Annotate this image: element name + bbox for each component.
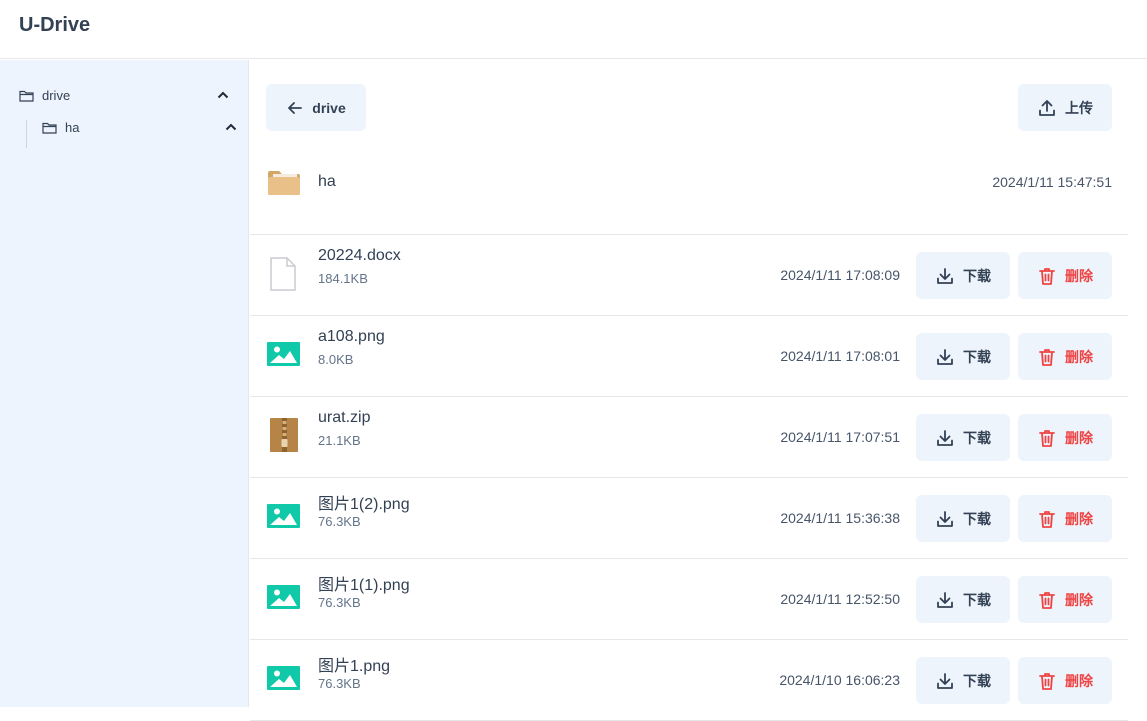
delete-label: 删除 — [1065, 672, 1093, 689]
download-label: 下载 — [963, 510, 991, 527]
download-label: 下载 — [963, 429, 991, 446]
file-name[interactable]: 图片1.png — [318, 652, 390, 676]
download-icon — [937, 267, 953, 284]
file-modified-time: 2024/1/11 17:08:09 — [780, 267, 900, 283]
download-icon — [937, 510, 953, 527]
download-button[interactable]: 下载 — [916, 333, 1010, 380]
trash-icon — [1039, 510, 1055, 528]
trash-icon — [1039, 672, 1055, 690]
download-button[interactable]: 下载 — [916, 657, 1010, 704]
file-modified-time: 2024/1/11 17:08:01 — [780, 348, 900, 364]
delete-label: 删除 — [1065, 510, 1093, 527]
file-row[interactable]: 图片1(1).png 76.3KB 2024/1/11 12:52:50 下载 … — [250, 559, 1128, 640]
delete-label: 删除 — [1065, 429, 1093, 446]
file-row[interactable]: urat.zip 21.1KB 2024/1/11 17:07:51 下载 删除 — [250, 397, 1128, 478]
tree-item-label: ha — [65, 119, 80, 135]
upload-button[interactable]: 上传 — [1018, 84, 1112, 131]
trash-icon — [1039, 267, 1055, 285]
tree-guide-line — [26, 120, 27, 148]
chevron-up-icon[interactable] — [216, 88, 230, 102]
app-title: U-Drive — [19, 14, 91, 36]
file-row[interactable]: 20224.docx 184.1KB 2024/1/11 17:08:09 下载… — [250, 235, 1128, 316]
delete-button[interactable]: 删除 — [1018, 414, 1112, 461]
download-icon — [937, 429, 953, 446]
folder-outline-icon — [42, 122, 57, 134]
folder-name[interactable]: ha — [318, 173, 336, 191]
delete-button[interactable]: 删除 — [1018, 657, 1112, 704]
delete-button[interactable]: 删除 — [1018, 495, 1112, 542]
file-browser: drive 上传 ha 2024/1/11 15:47:51 20224.doc… — [250, 60, 1147, 721]
arrow-left-icon — [288, 101, 303, 114]
delete-button[interactable]: 删除 — [1018, 333, 1112, 380]
file-name[interactable]: 图片1(2).png — [318, 490, 410, 514]
download-label: 下载 — [963, 672, 991, 689]
download-icon — [937, 591, 953, 608]
download-label: 下载 — [963, 267, 991, 284]
chevron-up-icon[interactable] — [224, 120, 238, 134]
download-label: 下载 — [963, 348, 991, 365]
file-size: 21.1KB — [318, 433, 361, 448]
back-button[interactable]: drive — [266, 84, 366, 131]
image-icon — [267, 342, 300, 366]
folder-modified-time: 2024/1/11 15:47:51 — [992, 174, 1112, 190]
file-modified-time: 2024/1/11 12:52:50 — [780, 591, 900, 607]
image-icon — [267, 585, 300, 609]
file-modified-time: 2024/1/10 16:06:23 — [779, 672, 900, 688]
file-name[interactable]: a108.png — [318, 328, 385, 346]
app-header: U-Drive — [0, 0, 1147, 59]
download-button[interactable]: 下载 — [916, 414, 1010, 461]
delete-label: 删除 — [1065, 348, 1093, 365]
image-icon — [267, 666, 300, 690]
document-icon — [270, 257, 296, 291]
trash-icon — [1039, 591, 1055, 609]
file-name[interactable]: 图片1(1).png — [318, 571, 410, 595]
trash-icon — [1039, 348, 1055, 366]
delete-button[interactable]: 删除 — [1018, 576, 1112, 623]
file-row[interactable]: 图片1.png 76.3KB 2024/1/10 16:06:23 下载 删除 — [250, 640, 1128, 721]
folder-outline-icon — [19, 90, 34, 102]
upload-button-label: 上传 — [1065, 99, 1093, 116]
download-label: 下载 — [963, 591, 991, 608]
tree-item-label: drive — [42, 87, 71, 103]
download-icon — [937, 672, 953, 689]
file-modified-time: 2024/1/11 17:07:51 — [780, 429, 900, 445]
delete-button[interactable]: 删除 — [1018, 252, 1112, 299]
file-size: 76.3KB — [318, 595, 361, 610]
download-button[interactable]: 下载 — [916, 252, 1010, 299]
file-modified-time: 2024/1/11 15:36:38 — [780, 510, 900, 526]
tree-item-drive[interactable]: drive — [19, 83, 70, 107]
tree-item-ha[interactable]: ha — [42, 115, 79, 139]
file-size: 8.0KB — [318, 352, 354, 367]
sidebar: drive ha — [0, 60, 249, 707]
file-name[interactable]: 20224.docx — [318, 247, 401, 265]
trash-icon — [1039, 429, 1055, 447]
file-row[interactable]: 图片1(2).png 76.3KB 2024/1/11 15:36:38 下载 … — [250, 478, 1128, 559]
upload-icon — [1039, 99, 1055, 116]
file-name[interactable]: urat.zip — [318, 409, 370, 427]
delete-label: 删除 — [1065, 591, 1093, 608]
file-row[interactable]: a108.png 8.0KB 2024/1/11 17:08:01 下载 删除 — [250, 316, 1128, 397]
folder-row[interactable]: ha 2024/1/11 15:47:51 — [250, 154, 1128, 235]
file-size: 76.3KB — [318, 514, 361, 529]
archive-icon — [270, 418, 298, 452]
image-icon — [267, 504, 300, 528]
download-icon — [937, 348, 953, 365]
file-size: 76.3KB — [318, 676, 361, 691]
folder-icon — [268, 171, 300, 195]
back-button-label: drive — [312, 99, 346, 116]
download-button[interactable]: 下载 — [916, 495, 1010, 542]
file-size: 184.1KB — [318, 271, 368, 286]
download-button[interactable]: 下载 — [916, 576, 1010, 623]
delete-label: 删除 — [1065, 267, 1093, 284]
